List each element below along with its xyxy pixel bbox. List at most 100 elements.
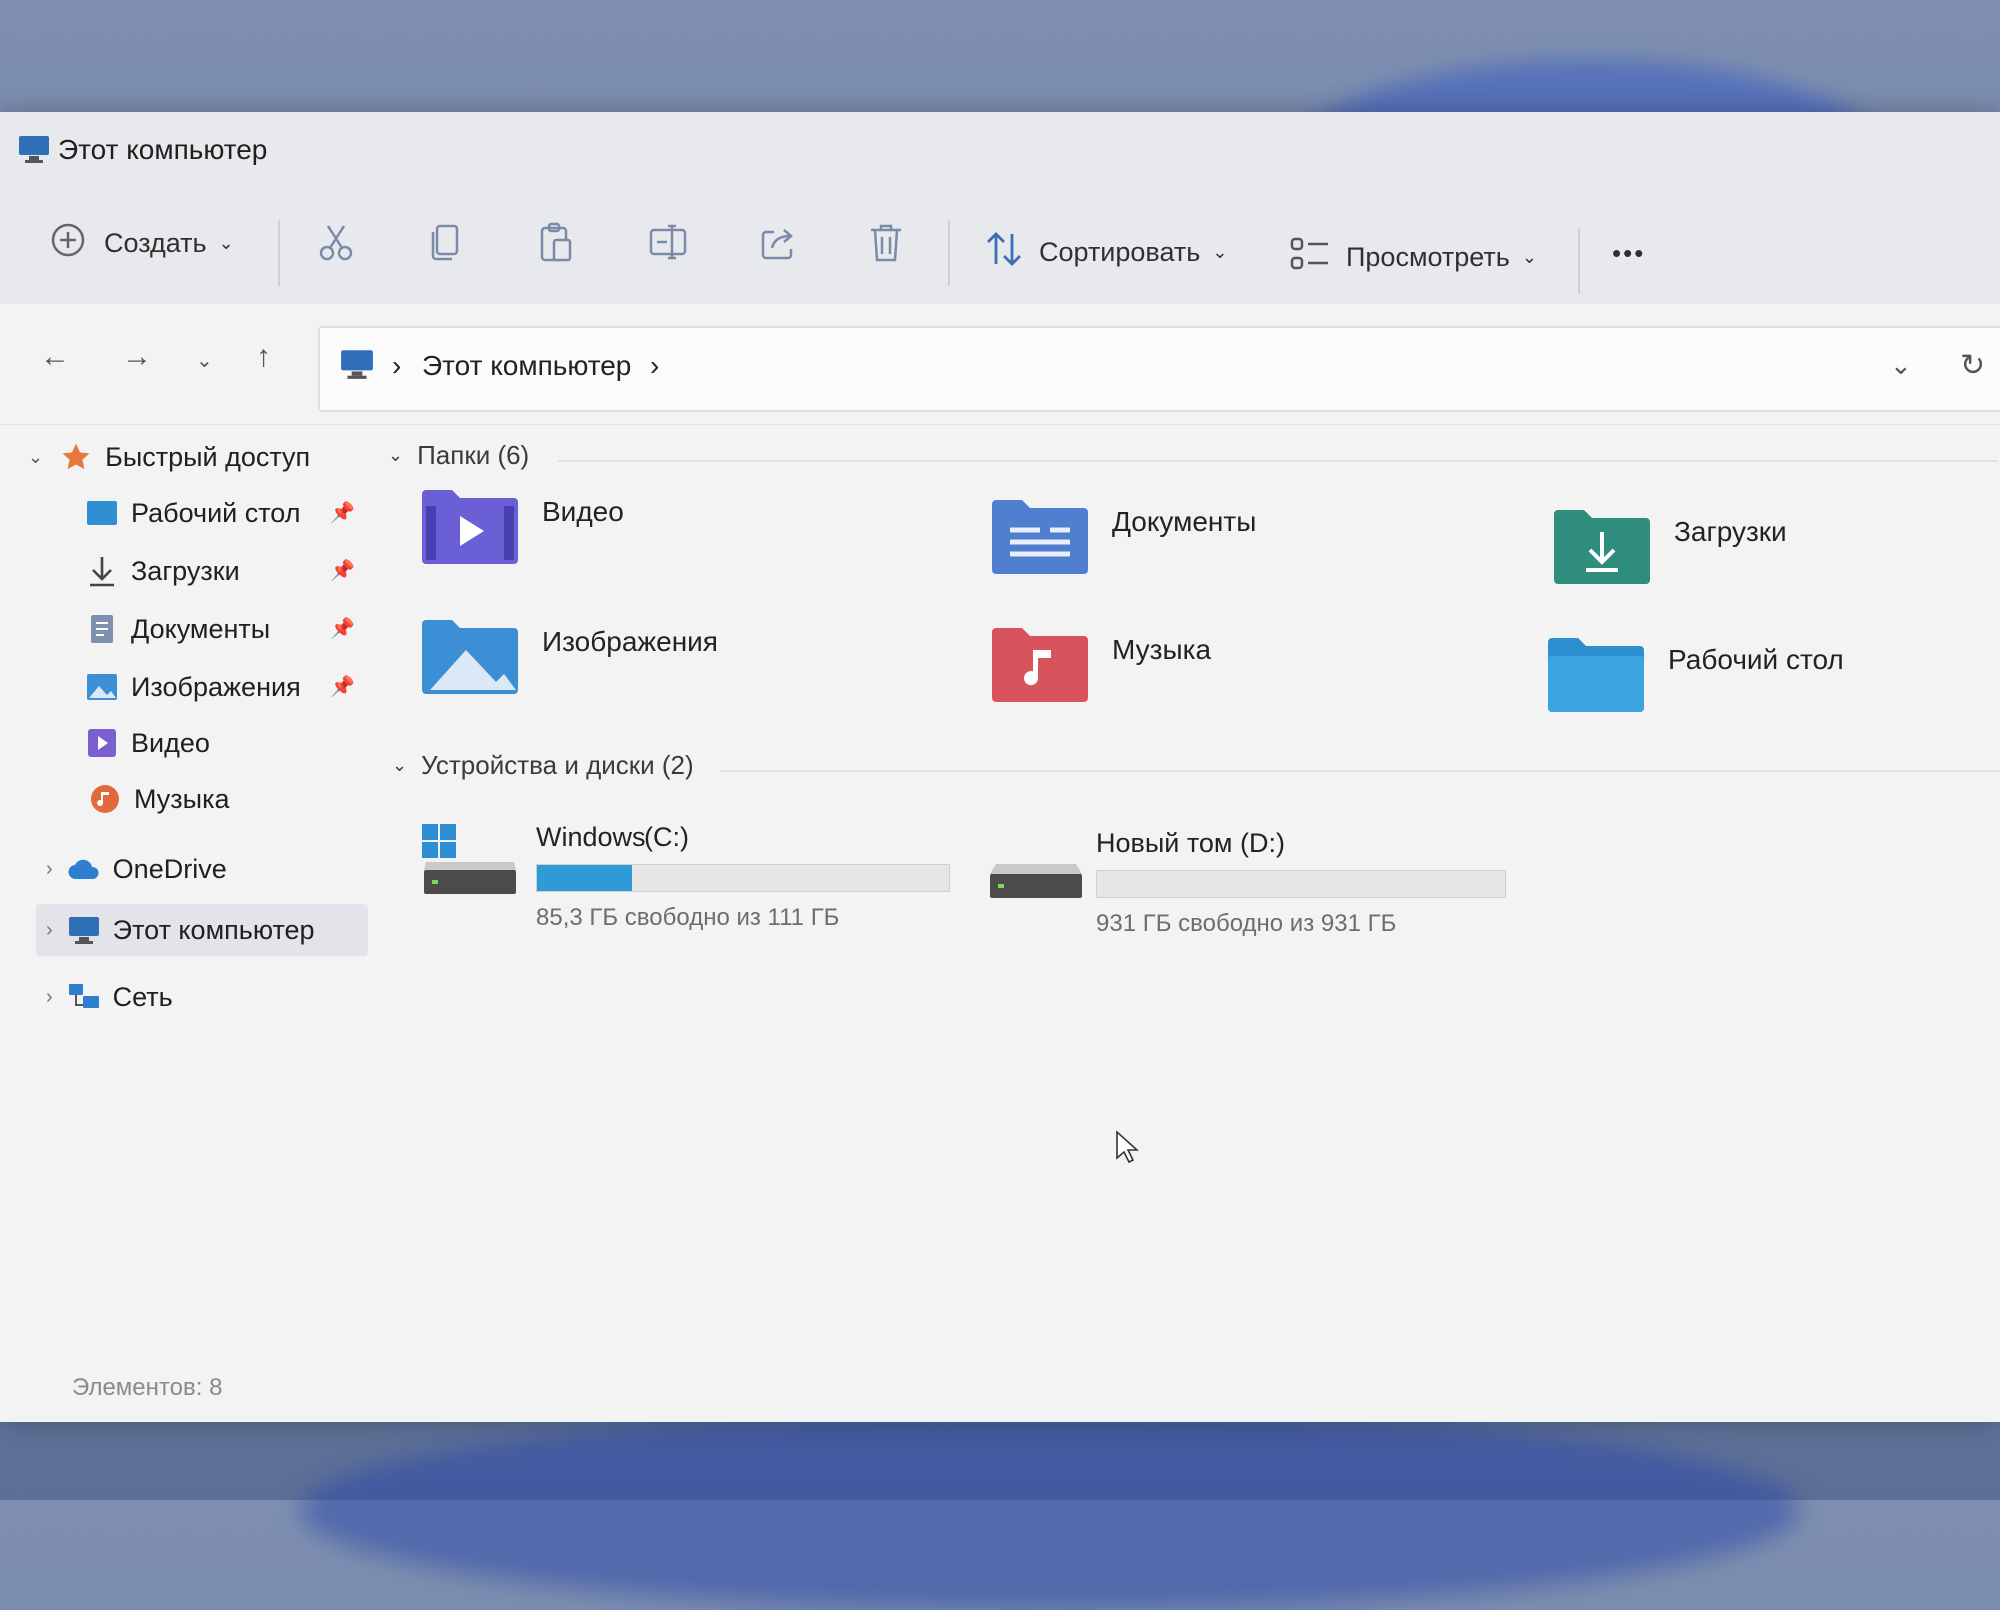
- breadcrumb-this-pc[interactable]: Этот компьютер: [422, 350, 631, 382]
- video-folder-icon: [420, 486, 520, 571]
- folder-tile-documents[interactable]: Документы: [990, 496, 1256, 581]
- toolbar-divider: [1578, 228, 1580, 294]
- hard-drive-icon: [986, 838, 1086, 913]
- drive-free-space: 85,3 ГБ свободно из 111 ГБ: [536, 904, 840, 931]
- breadcrumb-separator[interactable]: ›: [392, 350, 401, 382]
- video-icon: [85, 726, 119, 760]
- navigation-bar: ← → ⌄ ↑ › Этот компьютер › ⌄ ↻: [0, 304, 2000, 425]
- drives-section-header[interactable]: ⌄ Устройства и диски (2): [392, 750, 694, 781]
- chevron-down-icon: ⌄: [388, 445, 404, 465]
- sidebar-item-label: Рабочий стол: [131, 497, 301, 528]
- chevron-right-icon: ›: [46, 985, 53, 1008]
- chevron-down-icon: ⌄: [392, 755, 408, 775]
- desktop-folder-icon: [1546, 634, 1646, 719]
- drive-tile-d[interactable]: Новый том (D:) 931 ГБ свободно из 931 ГБ: [986, 828, 1516, 938]
- sidebar-item-network[interactable]: › Сеть: [46, 972, 173, 1022]
- sidebar-item-label: Быстрый доступ: [105, 441, 311, 472]
- sidebar-item-desktop[interactable]: Рабочий стол: [85, 488, 301, 538]
- sidebar-item-music[interactable]: Музыка: [88, 774, 230, 824]
- sort-button[interactable]: Сортировать ⌄: [985, 230, 1227, 275]
- chevron-right-icon: ›: [46, 918, 53, 941]
- documents-folder-icon: [990, 496, 1090, 581]
- sidebar-item-video[interactable]: Видео: [85, 718, 210, 768]
- drive-usage-bar: [1096, 870, 1506, 898]
- sidebar-item-quick-access[interactable]: ⌄ Быстрый доступ: [28, 432, 310, 482]
- new-button[interactable]: Создать ⌄: [50, 222, 234, 265]
- chevron-down-icon: ⌄: [218, 233, 234, 253]
- forward-arrow-icon[interactable]: →: [122, 340, 152, 374]
- desktop-wallpaper-swirl: [300, 1410, 1800, 1610]
- rename-button[interactable]: [648, 222, 688, 269]
- star-icon: [59, 440, 93, 474]
- address-bar[interactable]: › Этот компьютер › ⌄ ↻: [318, 326, 2000, 412]
- more-options-button[interactable]: •••: [1612, 238, 1645, 269]
- pictures-icon: [85, 670, 119, 704]
- folder-tile-desktop[interactable]: Рабочий стол: [1546, 634, 1844, 719]
- folders-section-title: Папки (6): [417, 440, 530, 470]
- paste-button[interactable]: [538, 222, 574, 271]
- share-button[interactable]: [758, 222, 798, 269]
- folders-section-header[interactable]: ⌄ Папки (6): [388, 440, 529, 471]
- sidebar-item-downloads[interactable]: Загрузки: [85, 546, 240, 596]
- music-icon: [88, 782, 122, 816]
- pin-icon: 📌: [330, 560, 355, 582]
- title-bar: Этот компьютер: [0, 112, 2000, 192]
- refresh-icon[interactable]: ↻: [1960, 348, 1985, 383]
- folder-tile-music[interactable]: Музыка: [990, 624, 1211, 709]
- drive-usage-fill: [537, 865, 632, 891]
- documents-icon: [85, 612, 119, 646]
- folder-label: Музыка: [1112, 634, 1212, 665]
- folder-label: Документы: [1112, 506, 1257, 537]
- drive-letter: (C:): [644, 822, 689, 852]
- up-arrow-icon[interactable]: ↑: [256, 340, 271, 374]
- sidebar-item-label: Музыка: [134, 783, 230, 814]
- back-arrow-icon[interactable]: ←: [40, 340, 70, 374]
- folder-label: Загрузки: [1674, 516, 1787, 547]
- status-bar-item-count: Элементов: 8: [72, 1374, 223, 1401]
- sidebar-item-label: Изображения: [131, 671, 301, 702]
- folder-tile-pictures[interactable]: Изображения: [420, 616, 718, 701]
- copy-button[interactable]: [428, 222, 462, 269]
- recent-locations-chevron-icon[interactable]: ⌄: [196, 348, 213, 373]
- cut-button[interactable]: [318, 222, 354, 269]
- file-explorer-window: Этот компьютер Создать ⌄ Сортировать ⌄ П…: [0, 112, 2000, 1422]
- folder-label: Рабочий стол: [1668, 644, 1844, 675]
- window-title: Этот компьютер: [58, 134, 268, 165]
- view-button[interactable]: Просмотреть ⌄: [1290, 236, 1537, 279]
- toolbar-divider: [278, 220, 280, 286]
- sidebar-item-label: OneDrive: [112, 853, 227, 884]
- address-history-chevron-icon[interactable]: ⌄: [1890, 350, 1912, 381]
- drives-section-title: Устройства и диски (2): [421, 750, 694, 780]
- chevron-down-icon: ⌄: [1521, 247, 1537, 267]
- chevron-down-icon: ⌄: [1212, 242, 1228, 262]
- toolbar-divider: [948, 220, 950, 286]
- section-divider: [558, 460, 1998, 462]
- drive-usage-bar: [536, 864, 950, 892]
- drive-tile-c[interactable]: Windows (C:) 85,3 ГБ свободно из 111 ГБ: [420, 822, 950, 932]
- folder-label: Изображения: [542, 626, 718, 657]
- this-pc-icon: [18, 134, 50, 169]
- sidebar-item-documents[interactable]: Документы: [85, 604, 270, 654]
- sidebar-item-this-pc[interactable]: › Этот компьютер: [46, 905, 315, 955]
- trash-icon: [868, 222, 904, 271]
- command-bar: Создать ⌄ Сортировать ⌄ Просмотреть ⌄ ••…: [0, 192, 2000, 304]
- sort-arrows-icon: [985, 230, 1023, 275]
- folder-tile-video[interactable]: Видео: [420, 486, 624, 571]
- folder-label: Видео: [542, 496, 624, 527]
- breadcrumb-separator[interactable]: ›: [650, 350, 659, 382]
- delete-button[interactable]: [868, 222, 904, 271]
- drive-label: Новый том (D:): [1096, 828, 1285, 858]
- paste-icon: [538, 222, 574, 271]
- content-pane: ⌄ Папки (6) Видео Документы Загрузки Изо…: [380, 424, 2000, 1324]
- sort-button-label: Сортировать: [1039, 237, 1201, 267]
- folder-tile-downloads[interactable]: Загрузки: [1552, 506, 1787, 591]
- mouse-pointer-icon: [1115, 1130, 1140, 1169]
- sidebar-item-label: Этот компьютер: [112, 914, 315, 945]
- sidebar-item-label: Видео: [131, 727, 210, 758]
- view-layout-icon: [1290, 236, 1330, 279]
- sidebar-item-label: Сеть: [112, 981, 173, 1012]
- sidebar-item-onedrive[interactable]: › OneDrive: [46, 844, 227, 894]
- pictures-folder-icon: [420, 616, 520, 701]
- sidebar-item-pictures[interactable]: Изображения: [85, 662, 301, 712]
- drive-label: Windows: [536, 822, 646, 852]
